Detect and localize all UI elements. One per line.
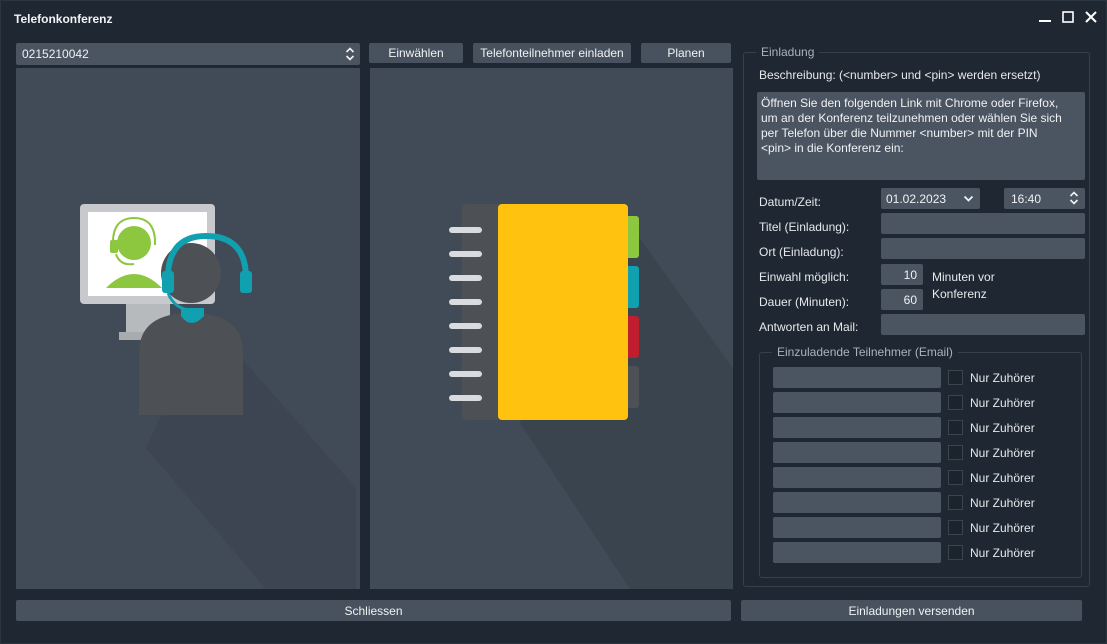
participant-email-input[interactable] — [773, 467, 941, 488]
listener-only-checkbox[interactable] — [948, 495, 963, 510]
location-label: Ort (Einladung): — [759, 245, 844, 259]
listener-only-checkbox[interactable] — [948, 420, 963, 435]
conference-label: Konferenz — [932, 287, 987, 301]
participant-email-input[interactable] — [773, 442, 941, 463]
close-button[interactable]: Schliessen — [16, 600, 731, 621]
address-book-panel[interactable] — [370, 68, 733, 589]
participants-group-title: Einzuladende Teilnehmer (Email) — [772, 345, 958, 359]
listener-only-label: Nur Zuhörer — [970, 446, 1035, 460]
chevron-updown-icon — [1069, 190, 1079, 209]
listener-only-label: Nur Zuhörer — [970, 471, 1035, 485]
close-icon[interactable] — [1084, 10, 1098, 24]
dialin-minutes-input[interactable]: 10 — [881, 264, 923, 285]
description-textarea[interactable]: Öffnen Sie den folgenden Link mit Chrome… — [757, 92, 1085, 180]
dialin-label: Einwahl möglich: — [759, 270, 850, 284]
maximize-icon[interactable] — [1061, 10, 1075, 24]
reply-mail-input[interactable] — [881, 314, 1085, 335]
date-picker[interactable]: 01.02.2023 — [881, 188, 980, 209]
description-label: Beschreibung: (<number> und <pin> werden… — [759, 68, 1041, 82]
listener-only-label: Nur Zuhörer — [970, 546, 1035, 560]
participant-email-input[interactable] — [773, 542, 941, 563]
invitation-group-title: Einladung — [756, 45, 820, 59]
listener-only-checkbox[interactable] — [948, 395, 963, 410]
title-input[interactable] — [881, 213, 1085, 234]
listener-only-label: Nur Zuhörer — [970, 371, 1035, 385]
reply-mail-label: Antworten an Mail: — [759, 320, 859, 334]
participant-email-input[interactable] — [773, 392, 941, 413]
listener-only-checkbox[interactable] — [948, 470, 963, 485]
dial-in-button[interactable]: Einwählen — [369, 43, 463, 63]
title-label: Titel (Einladung): — [759, 220, 850, 234]
listener-only-checkbox[interactable] — [948, 520, 963, 535]
listener-only-checkbox[interactable] — [948, 370, 963, 385]
send-invitations-button[interactable]: Einladungen versenden — [741, 600, 1082, 621]
participant-email-input[interactable] — [773, 517, 941, 538]
address-book-icon — [449, 204, 733, 589]
chevron-updown-icon — [345, 46, 355, 65]
phone-number-value: 0215210042 — [22, 47, 89, 61]
participant-email-input[interactable] — [773, 492, 941, 513]
listener-only-label: Nur Zuhörer — [970, 521, 1035, 535]
window-controls — [1038, 10, 1098, 24]
participant-email-input[interactable] — [773, 417, 941, 438]
listener-only-label: Nur Zuhörer — [970, 396, 1035, 410]
time-spinner[interactable]: 16:40 — [1004, 188, 1085, 209]
participant-email-input[interactable] — [773, 367, 941, 388]
listener-only-checkbox[interactable] — [948, 545, 963, 560]
datetime-label: Datum/Zeit: — [759, 195, 822, 209]
listener-only-checkbox[interactable] — [948, 445, 963, 460]
telefonkonferenz-window: Telefonkonferenz 0215210042 Einwählen Te… — [0, 0, 1107, 644]
listener-only-label: Nur Zuhörer — [970, 496, 1035, 510]
window-title: Telefonkonferenz — [14, 12, 113, 26]
title-bar: Telefonkonferenz — [1, 1, 1106, 35]
duration-label: Dauer (Minuten): — [759, 295, 850, 309]
duration-input[interactable]: 60 — [881, 289, 923, 310]
listener-only-label: Nur Zuhörer — [970, 421, 1035, 435]
minimize-icon[interactable] — [1038, 10, 1052, 24]
invite-phone-participant-button[interactable]: Telefonteilnehmer einladen — [473, 43, 631, 63]
plan-button[interactable]: Planen — [641, 43, 731, 63]
headset-user-illustration — [80, 204, 356, 589]
time-value: 16:40 — [1011, 191, 1042, 206]
date-value: 01.02.2023 — [886, 191, 947, 206]
chevron-down-icon — [963, 193, 974, 207]
dial-in-panel[interactable] — [16, 68, 360, 589]
location-input[interactable] — [881, 238, 1085, 259]
phone-number-select[interactable]: 0215210042 — [16, 43, 360, 65]
minutes-before-label: Minuten vor — [932, 270, 995, 284]
